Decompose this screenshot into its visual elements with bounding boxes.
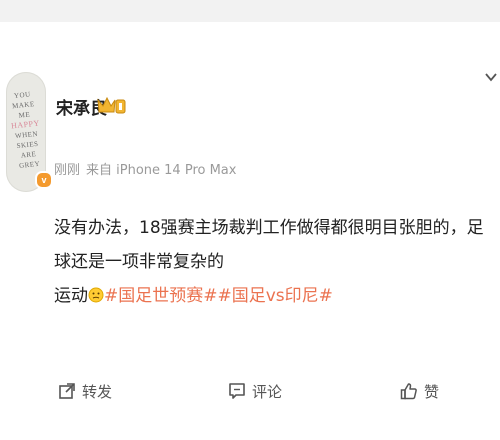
comment-button[interactable]: 评论: [228, 378, 282, 404]
post-text-line-1: 没有办法，18强赛主场裁判工作做得都很明目张胆的，足球还是一项非常复杂的: [54, 218, 484, 272]
member-crown-icon[interactable]: [96, 94, 126, 116]
hashtag-link[interactable]: #国足vs印尼#: [218, 286, 333, 306]
like-label: 赞: [424, 382, 440, 401]
thinking-emoji-icon: [88, 287, 104, 303]
post-text-tail: 运动: [54, 286, 88, 306]
avatar-art: YOU MAKE ME HAPPY WHEN SKIES ARE GREY: [10, 90, 41, 170]
comment-label: 评论: [252, 382, 283, 401]
action-bar: 转发 评论 赞: [0, 360, 500, 420]
like-button[interactable]: 赞: [400, 378, 439, 404]
comment-icon: [229, 383, 245, 399]
hashtag-link[interactable]: #国足世预赛#: [104, 286, 218, 306]
page: YOU MAKE ME HAPPY WHEN SKIES ARE GREY v …: [0, 0, 500, 440]
repost-icon: [59, 383, 75, 399]
verified-badge-icon: v: [35, 171, 53, 189]
post-text-line-2: 运动 #国足世预赛##国足vs印尼#: [54, 279, 494, 313]
chevron-down-icon[interactable]: [484, 70, 498, 84]
top-strip: [0, 0, 500, 22]
thumbs-up-icon: [400, 383, 417, 400]
repost-label: 转发: [82, 382, 113, 401]
post-meta: 刚刚 来自 iPhone 14 Pro Max: [54, 159, 236, 178]
author-avatar-container[interactable]: YOU MAKE ME HAPPY WHEN SKIES ARE GREY v: [6, 44, 53, 192]
post-body: 没有办法，18强赛主场裁判工作做得都很明目张胆的，足球还是一项非常复杂的 运动 …: [54, 211, 494, 313]
post-time: 刚刚: [54, 163, 81, 178]
repost-button[interactable]: 转发: [58, 378, 112, 404]
post-source[interactable]: 来自 iPhone 14 Pro Max: [86, 163, 236, 178]
